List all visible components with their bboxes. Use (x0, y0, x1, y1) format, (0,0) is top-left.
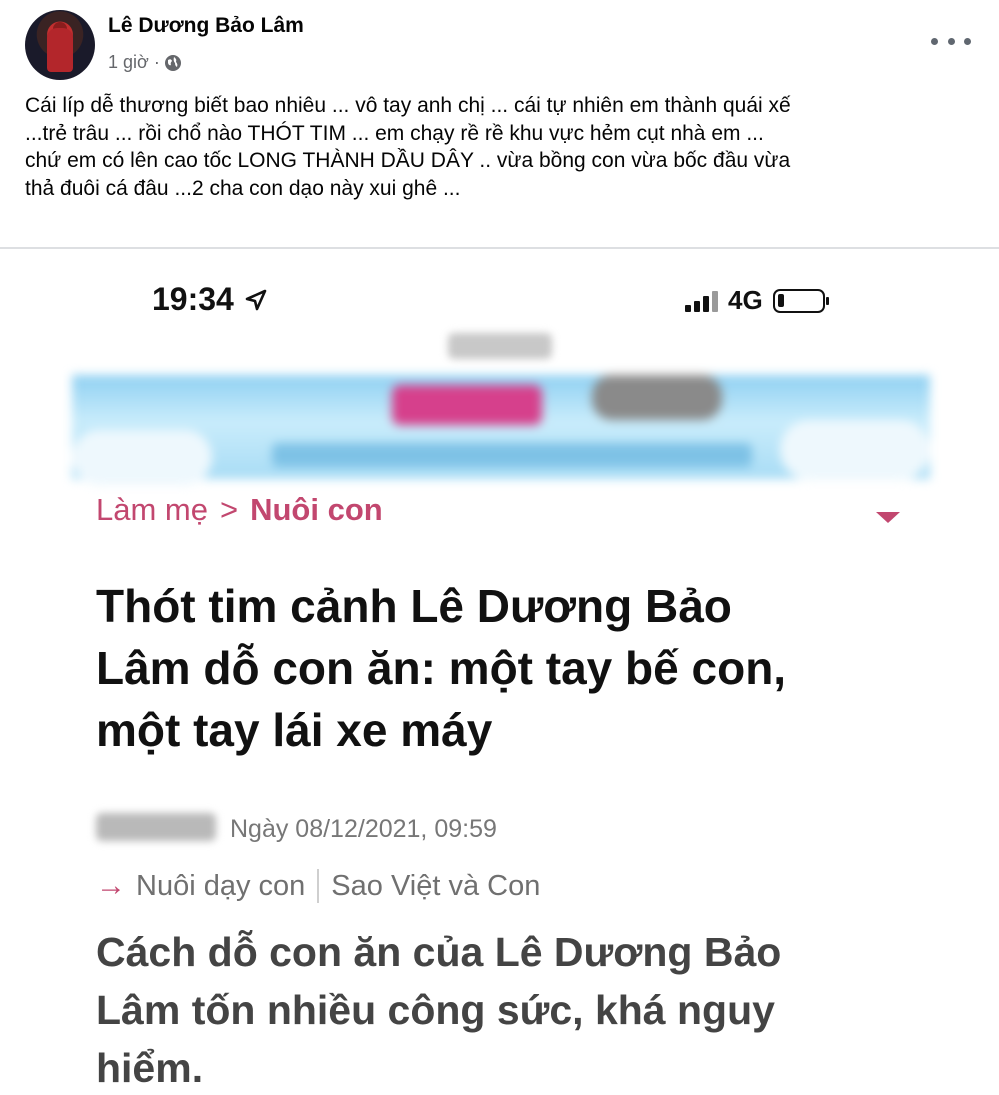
network-label: 4G (728, 285, 763, 315)
headline-line: Thót tim cảnh Lê Dương Bảo (96, 580, 732, 632)
battery-icon (772, 288, 829, 313)
category-row: → Nuôi dạy con Sao Việt và Con (96, 869, 540, 903)
author-name[interactable]: Lê Dương Bảo Lâm (108, 14, 304, 38)
avatar[interactable] (25, 10, 95, 80)
more-options-button[interactable] (931, 28, 971, 54)
post-header: Lê Dương Bảo Lâm 1 giờ · (0, 0, 999, 90)
blurred-url (448, 333, 552, 359)
headline-line: một tay lái xe máy (96, 704, 493, 756)
dropdown-triangle-icon[interactable] (876, 512, 900, 523)
summary-line: Lâm tốn nhiều công sức, khá nguy (96, 987, 775, 1033)
post-text-line: Cái líp dễ thương biết bao nhiêu ... vô … (25, 94, 791, 117)
breadcrumb-separator: > (219, 492, 239, 527)
article-headline: Thót tim cảnh Lê Dương Bảo Lâm dỗ con ăn… (96, 575, 896, 761)
category-link[interactable]: Sao Việt và Con (331, 870, 540, 903)
attached-screenshot[interactable]: 19:34 4G Làm mẹ > Nuôi con Thót tim cảnh… (0, 249, 999, 1095)
article-summary: Cách dỗ con ăn của Lê Dương Bảo Lâm tốn … (96, 923, 896, 1095)
post-text-line: chứ em có lên cao tốc LONG THÀNH DẦU DÂY… (25, 149, 791, 172)
category-link[interactable]: Nuôi dạy con (136, 870, 305, 903)
post-text-line: thả đuôi cá đâu ...2 cha con dạo này xui… (25, 176, 461, 200)
post-meta: 1 giờ · (108, 52, 182, 73)
status-bar-time: 19:34 (152, 281, 268, 318)
blurred-banner (72, 375, 930, 485)
summary-line: hiểm. (96, 1045, 204, 1091)
breadcrumb-current[interactable]: Nuôi con (250, 492, 383, 528)
breadcrumb-parent[interactable]: Làm mẹ (96, 492, 208, 528)
blurred-author (96, 813, 216, 841)
more-horizontal-icon (931, 37, 938, 45)
globe-icon (164, 54, 182, 72)
category-separator (317, 869, 320, 903)
post-text: Cái líp dễ thương biết bao nhiêu ... vô … (25, 92, 975, 202)
headline-line: Lâm dỗ con ăn: một tay bế con, (96, 642, 787, 694)
location-arrow-icon (245, 289, 267, 310)
breadcrumb: Làm mẹ > Nuôi con (96, 492, 383, 528)
arrow-right-icon: → (96, 869, 126, 902)
signal-icon (685, 290, 718, 312)
clock: 19:34 (152, 281, 234, 317)
post-time[interactable]: 1 giờ · (108, 52, 160, 73)
post-text-line: ...trẻ trâu ... rồi chổ nào THÓT TIM ...… (25, 121, 764, 145)
summary-line: Cách dỗ con ăn của Lê Dương Bảo (96, 929, 782, 975)
status-bar-indicators: 4G (685, 285, 829, 316)
article-date: Ngày 08/12/2021, 09:59 (230, 815, 497, 843)
